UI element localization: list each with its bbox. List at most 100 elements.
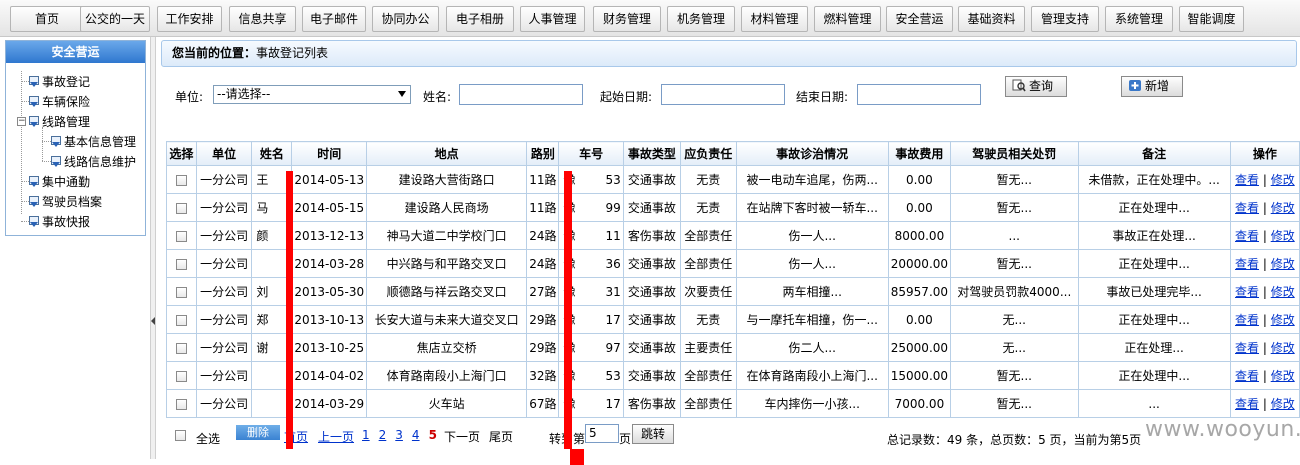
sidebar-item-4[interactable]: 基本信息管理 <box>50 133 136 151</box>
sidebar-item-6[interactable]: 集中通勤 <box>28 173 90 191</box>
page-icon <box>28 216 41 228</box>
cell-route: 11路 <box>526 165 560 194</box>
edit-link[interactable]: 修改 <box>1271 341 1295 355</box>
view-link[interactable]: 查看 <box>1235 257 1259 271</box>
edit-link[interactable]: 修改 <box>1271 313 1295 327</box>
view-link[interactable]: 查看 <box>1235 201 1259 215</box>
view-link[interactable]: 查看 <box>1235 173 1259 187</box>
nav-tab-16[interactable]: 系统管理 <box>1105 6 1173 32</box>
sidebar-item-2[interactable]: 车辆保险 <box>28 93 90 111</box>
cell-type: 交通事故 <box>622 249 682 278</box>
nav-tab-9[interactable]: 财务管理 <box>593 6 661 32</box>
nav-tab-7[interactable]: 电子相册 <box>446 6 514 32</box>
cell-actions: 查看 | 修改 <box>1229 389 1300 418</box>
column-header-2: 单位 <box>195 141 253 166</box>
row-checkbox[interactable] <box>175 202 187 214</box>
unit-select[interactable]: --请选择-- <box>213 85 411 104</box>
plate-suffix: 99 <box>605 201 621 215</box>
sidebar-tree: − 事故登记车辆保险线路管理基本信息管理 线路信息维护集中通勤驾驶员档案事故快报 <box>6 63 145 233</box>
edit-link[interactable]: 修改 <box>1271 201 1295 215</box>
nav-tab-5[interactable]: 电子邮件 <box>302 6 366 32</box>
edit-link[interactable]: 修改 <box>1271 229 1295 243</box>
plate-suffix: 53 <box>605 369 621 383</box>
nav-tab-1[interactable]: 首页 <box>10 6 84 32</box>
nav-tab-11[interactable]: 材料管理 <box>741 6 808 32</box>
page-link-5[interactable]: 5 <box>429 428 437 442</box>
view-link[interactable]: 查看 <box>1235 369 1259 383</box>
start-date-input[interactable] <box>661 84 785 105</box>
plate-redaction <box>564 171 572 449</box>
sidebar-item-5[interactable]: 线路信息维护 <box>50 153 136 171</box>
goto-page-input[interactable]: 5 <box>585 424 619 443</box>
row-checkbox[interactable] <box>175 314 187 326</box>
next-page-link[interactable]: 下一页 <box>444 428 480 445</box>
query-button[interactable]: 查询 <box>1005 76 1067 97</box>
cell-duty: 全部责任 <box>680 389 737 418</box>
cell-penalty: ... <box>950 221 1079 250</box>
nav-tab-15[interactable]: 管理支持 <box>1031 6 1099 32</box>
end-date-input[interactable] <box>857 84 981 105</box>
row-checkbox[interactable] <box>175 286 187 298</box>
nav-tab-17[interactable]: 智能调度 <box>1179 6 1244 32</box>
nav-tab-10[interactable]: 机务管理 <box>667 6 735 32</box>
nav-tab-14[interactable]: 基础资料 <box>958 6 1025 32</box>
page-link-4[interactable]: 4 <box>412 428 420 442</box>
view-link[interactable]: 查看 <box>1235 341 1259 355</box>
nav-tab-12[interactable]: 燃料管理 <box>814 6 881 32</box>
edit-link[interactable]: 修改 <box>1271 397 1295 411</box>
nav-tab-13[interactable]: 安全营运 <box>886 6 953 32</box>
collapse-arrow-icon[interactable] <box>151 317 155 325</box>
cell-remark: 未借款，正在处理中。... <box>1077 165 1231 194</box>
page-link-3[interactable]: 3 <box>395 428 403 442</box>
row-checkbox[interactable] <box>175 258 187 270</box>
view-link[interactable]: 查看 <box>1235 313 1259 327</box>
nav-tab-6[interactable]: 协同办公 <box>372 6 439 32</box>
cell-actions: 查看 | 修改 <box>1229 193 1300 222</box>
row-checkbox[interactable] <box>175 370 187 382</box>
cell-route: 29路 <box>526 305 560 334</box>
row-checkbox[interactable] <box>175 174 187 186</box>
edit-link[interactable]: 修改 <box>1271 285 1295 299</box>
sidebar-item-1[interactable]: 事故登记 <box>28 73 90 91</box>
row-checkbox[interactable] <box>175 230 187 242</box>
cell-type: 交通事故 <box>622 193 682 222</box>
page-link-2[interactable]: 2 <box>379 428 387 442</box>
cell-route: 11路 <box>526 193 560 222</box>
cell-place: 体育路南段小上海门口 <box>366 361 528 390</box>
name-input[interactable] <box>459 84 583 105</box>
row-checkbox[interactable] <box>175 398 187 410</box>
tree-collapse-toggle[interactable]: − <box>17 117 26 126</box>
view-link[interactable]: 查看 <box>1235 229 1259 243</box>
plate-suffix: 97 <box>605 341 621 355</box>
table-row: 一分公司刘2013-05-30顺德路与祥云路交叉口27路豫31交通事故次要责任两… <box>166 277 1300 306</box>
last-page-link[interactable]: 尾页 <box>489 428 513 445</box>
page-link-1[interactable]: 1 <box>362 428 370 442</box>
nav-tab-2[interactable]: 公交的一天 <box>80 6 150 32</box>
prev-page-link[interactable]: 上一页 <box>318 428 354 445</box>
search-icon <box>1012 79 1026 92</box>
add-button[interactable]: 新增 <box>1121 76 1183 97</box>
cell-date: 2013-10-13 <box>291 305 368 334</box>
edit-link[interactable]: 修改 <box>1271 257 1295 271</box>
cell-date: 2013-10-25 <box>291 333 368 362</box>
sidebar: 安全营运 − 事故登记车辆保险线路管理基本信息管理 线路信息维护集中通勤驾驶员档案事… <box>5 40 146 236</box>
sidebar-item-8[interactable]: 事故快报 <box>28 213 90 231</box>
delete-button[interactable]: 删除 <box>236 425 280 440</box>
nav-tab-3[interactable]: 工作安排 <box>157 6 222 32</box>
select-all-checkbox[interactable] <box>175 430 186 441</box>
page-icon <box>50 156 63 168</box>
edit-link[interactable]: 修改 <box>1271 173 1295 187</box>
edit-link[interactable]: 修改 <box>1271 369 1295 383</box>
view-link[interactable]: 查看 <box>1235 285 1259 299</box>
row-checkbox[interactable] <box>175 342 187 354</box>
sidebar-item-label: 事故登记 <box>42 75 91 89</box>
nav-tab-8[interactable]: 人事管理 <box>520 6 585 32</box>
jump-button[interactable]: 跳转 <box>632 424 674 444</box>
sidebar-item-7[interactable]: 驾驶员档案 <box>28 193 102 211</box>
nav-tab-4[interactable]: 信息共享 <box>229 6 296 32</box>
view-link[interactable]: 查看 <box>1235 397 1259 411</box>
sidebar-item-3[interactable]: 线路管理 <box>28 113 90 131</box>
sidebar-title: 安全营运 <box>6 41 145 63</box>
cell-cost: 15000.00 <box>887 361 952 390</box>
sidebar-splitter[interactable] <box>150 37 156 459</box>
